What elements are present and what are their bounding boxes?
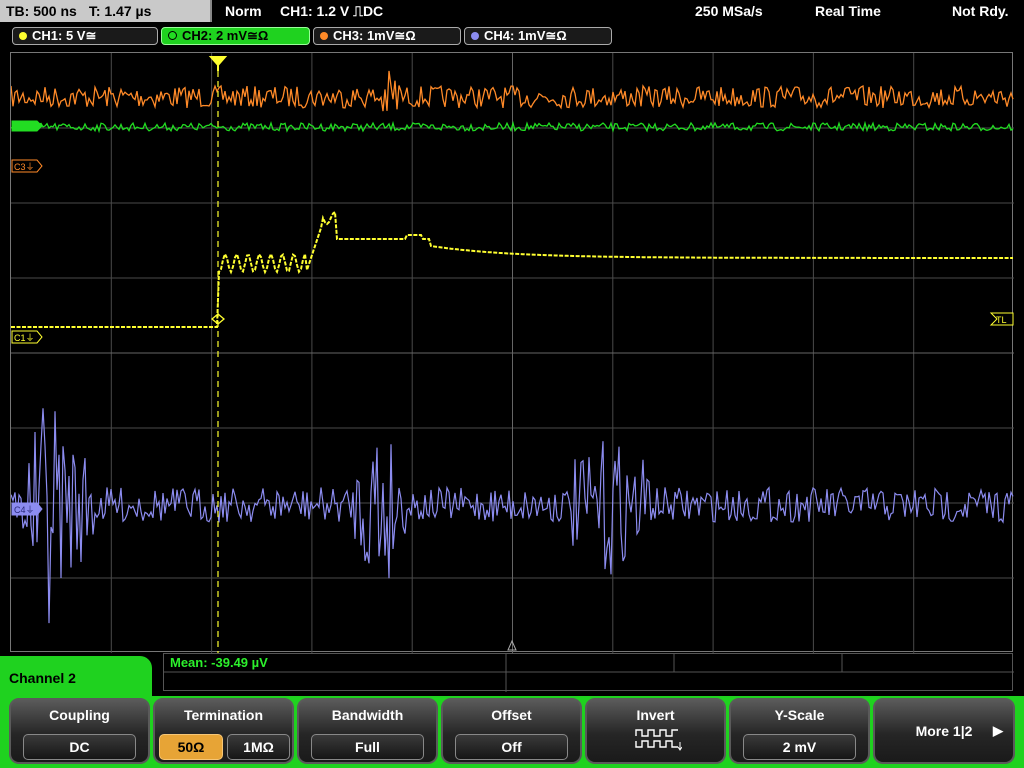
grid-lines — [11, 53, 1014, 653]
invert-icon — [635, 729, 682, 751]
ch3-ground-label: C3⏚ — [14, 162, 35, 172]
trigger-mode[interactable]: Norm — [225, 0, 262, 22]
acquisition-status: Not Rdy. — [952, 3, 1009, 19]
softkey-title: Coupling — [49, 707, 110, 723]
measurement-grid — [164, 654, 1014, 692]
termination-1mohm-option[interactable]: 1MΩ — [227, 734, 290, 760]
termination-softkey[interactable]: Termination 50Ω 1MΩ — [153, 698, 294, 764]
yscale-softkey[interactable]: Y-Scale 2 mV — [729, 698, 870, 764]
yscale-value[interactable]: 2 mV — [743, 734, 856, 760]
offset-value[interactable]: Off — [455, 734, 568, 760]
trigger-level-marker[interactable]: TL — [989, 312, 1014, 326]
sample-rate: 250 MSa/s — [695, 3, 763, 19]
arrow-right-icon: ▶ — [993, 723, 1003, 738]
offset-softkey[interactable]: Offset Off — [441, 698, 582, 764]
ch1-color-dot — [19, 32, 27, 40]
channel-tab-ch2[interactable]: CH2: 2 mV≅Ω — [161, 27, 310, 45]
coupling-value[interactable]: DC — [23, 734, 136, 760]
measurement-area: Mean: -39.49 µV — [163, 653, 1014, 692]
ch1-ground-marker[interactable]: C1⏚ — [11, 330, 43, 344]
bandwidth-value[interactable]: Full — [311, 734, 424, 760]
mean-measurement[interactable]: Mean: -39.49 µV — [170, 654, 268, 672]
coupling-softkey[interactable]: Coupling DC — [9, 698, 150, 764]
ch2-ground-marker[interactable] — [11, 120, 43, 132]
waveform-canvas[interactable]: C3⏚ C1⏚ C4⏚ TL — [11, 53, 1014, 653]
ch4-ground-label: C4⏚ — [14, 505, 35, 515]
softkey-bar: Coupling DC Termination 50Ω 1MΩ Bandwidt… — [0, 696, 1024, 768]
termination-50ohm-option[interactable]: 50Ω — [159, 734, 223, 760]
menu-title-tab: Channel 2 — [0, 656, 152, 700]
softkey-title: Termination — [183, 707, 264, 723]
invert-softkey[interactable]: Invert — [585, 698, 726, 764]
channel-tab-label: CH1: 5 V≅ — [32, 28, 97, 43]
status-bar: TB: 500 ns T: 1.47 µs Norm CH1: 1.2 V ⎍DC… — [0, 0, 1024, 24]
channel-tab-ch1[interactable]: CH1: 5 V≅ — [12, 27, 158, 45]
trigger-position-marker-icon[interactable] — [208, 56, 228, 71]
softkey-title: Y-Scale — [774, 707, 825, 723]
ch2-color-dot — [168, 31, 177, 40]
waveform-display[interactable]: C3⏚ C1⏚ C4⏚ TL — [10, 52, 1014, 653]
trigger-level-label: TL — [996, 315, 1007, 325]
ch4-ground-marker[interactable]: C4⏚ — [11, 502, 43, 516]
trigger-time-value: T: 1.47 µs — [88, 3, 152, 19]
timebase-box[interactable]: TB: 500 ns T: 1.47 µs — [0, 0, 212, 22]
channel-tab-label: CH3: 1mV≅Ω — [333, 28, 416, 43]
trigger-info[interactable]: CH1: 1.2 V ⎍DC — [280, 0, 383, 22]
bandwidth-softkey[interactable]: Bandwidth Full — [297, 698, 438, 764]
softkey-title: Bandwidth — [331, 707, 404, 723]
ch1-ground-label: C1⏚ — [14, 333, 35, 343]
timebase-value: TB: 500 ns — [6, 3, 77, 19]
channel-tab-ch3[interactable]: CH3: 1mV≅Ω — [313, 27, 461, 45]
channel-tabs: CH1: 5 V≅ CH2: 2 mV≅Ω CH3: 1mV≅Ω CH4: 1m… — [0, 24, 1024, 48]
ch4-color-dot — [471, 32, 479, 40]
ch3-ground-marker[interactable]: C3⏚ — [11, 159, 43, 173]
softkey-title: Offset — [491, 707, 532, 723]
channel-tab-label: CH4: 1mV≅Ω — [484, 28, 567, 43]
channel-tab-label: CH2: 2 mV≅Ω — [182, 28, 269, 43]
more-softkey[interactable]: More 1|2 ▶ — [873, 698, 1015, 764]
ch3-color-dot — [320, 32, 328, 40]
acquisition-mode: Real Time — [815, 3, 881, 19]
channel-tab-ch4[interactable]: CH4: 1mV≅Ω — [464, 27, 612, 45]
softkey-title: Invert — [636, 707, 675, 723]
